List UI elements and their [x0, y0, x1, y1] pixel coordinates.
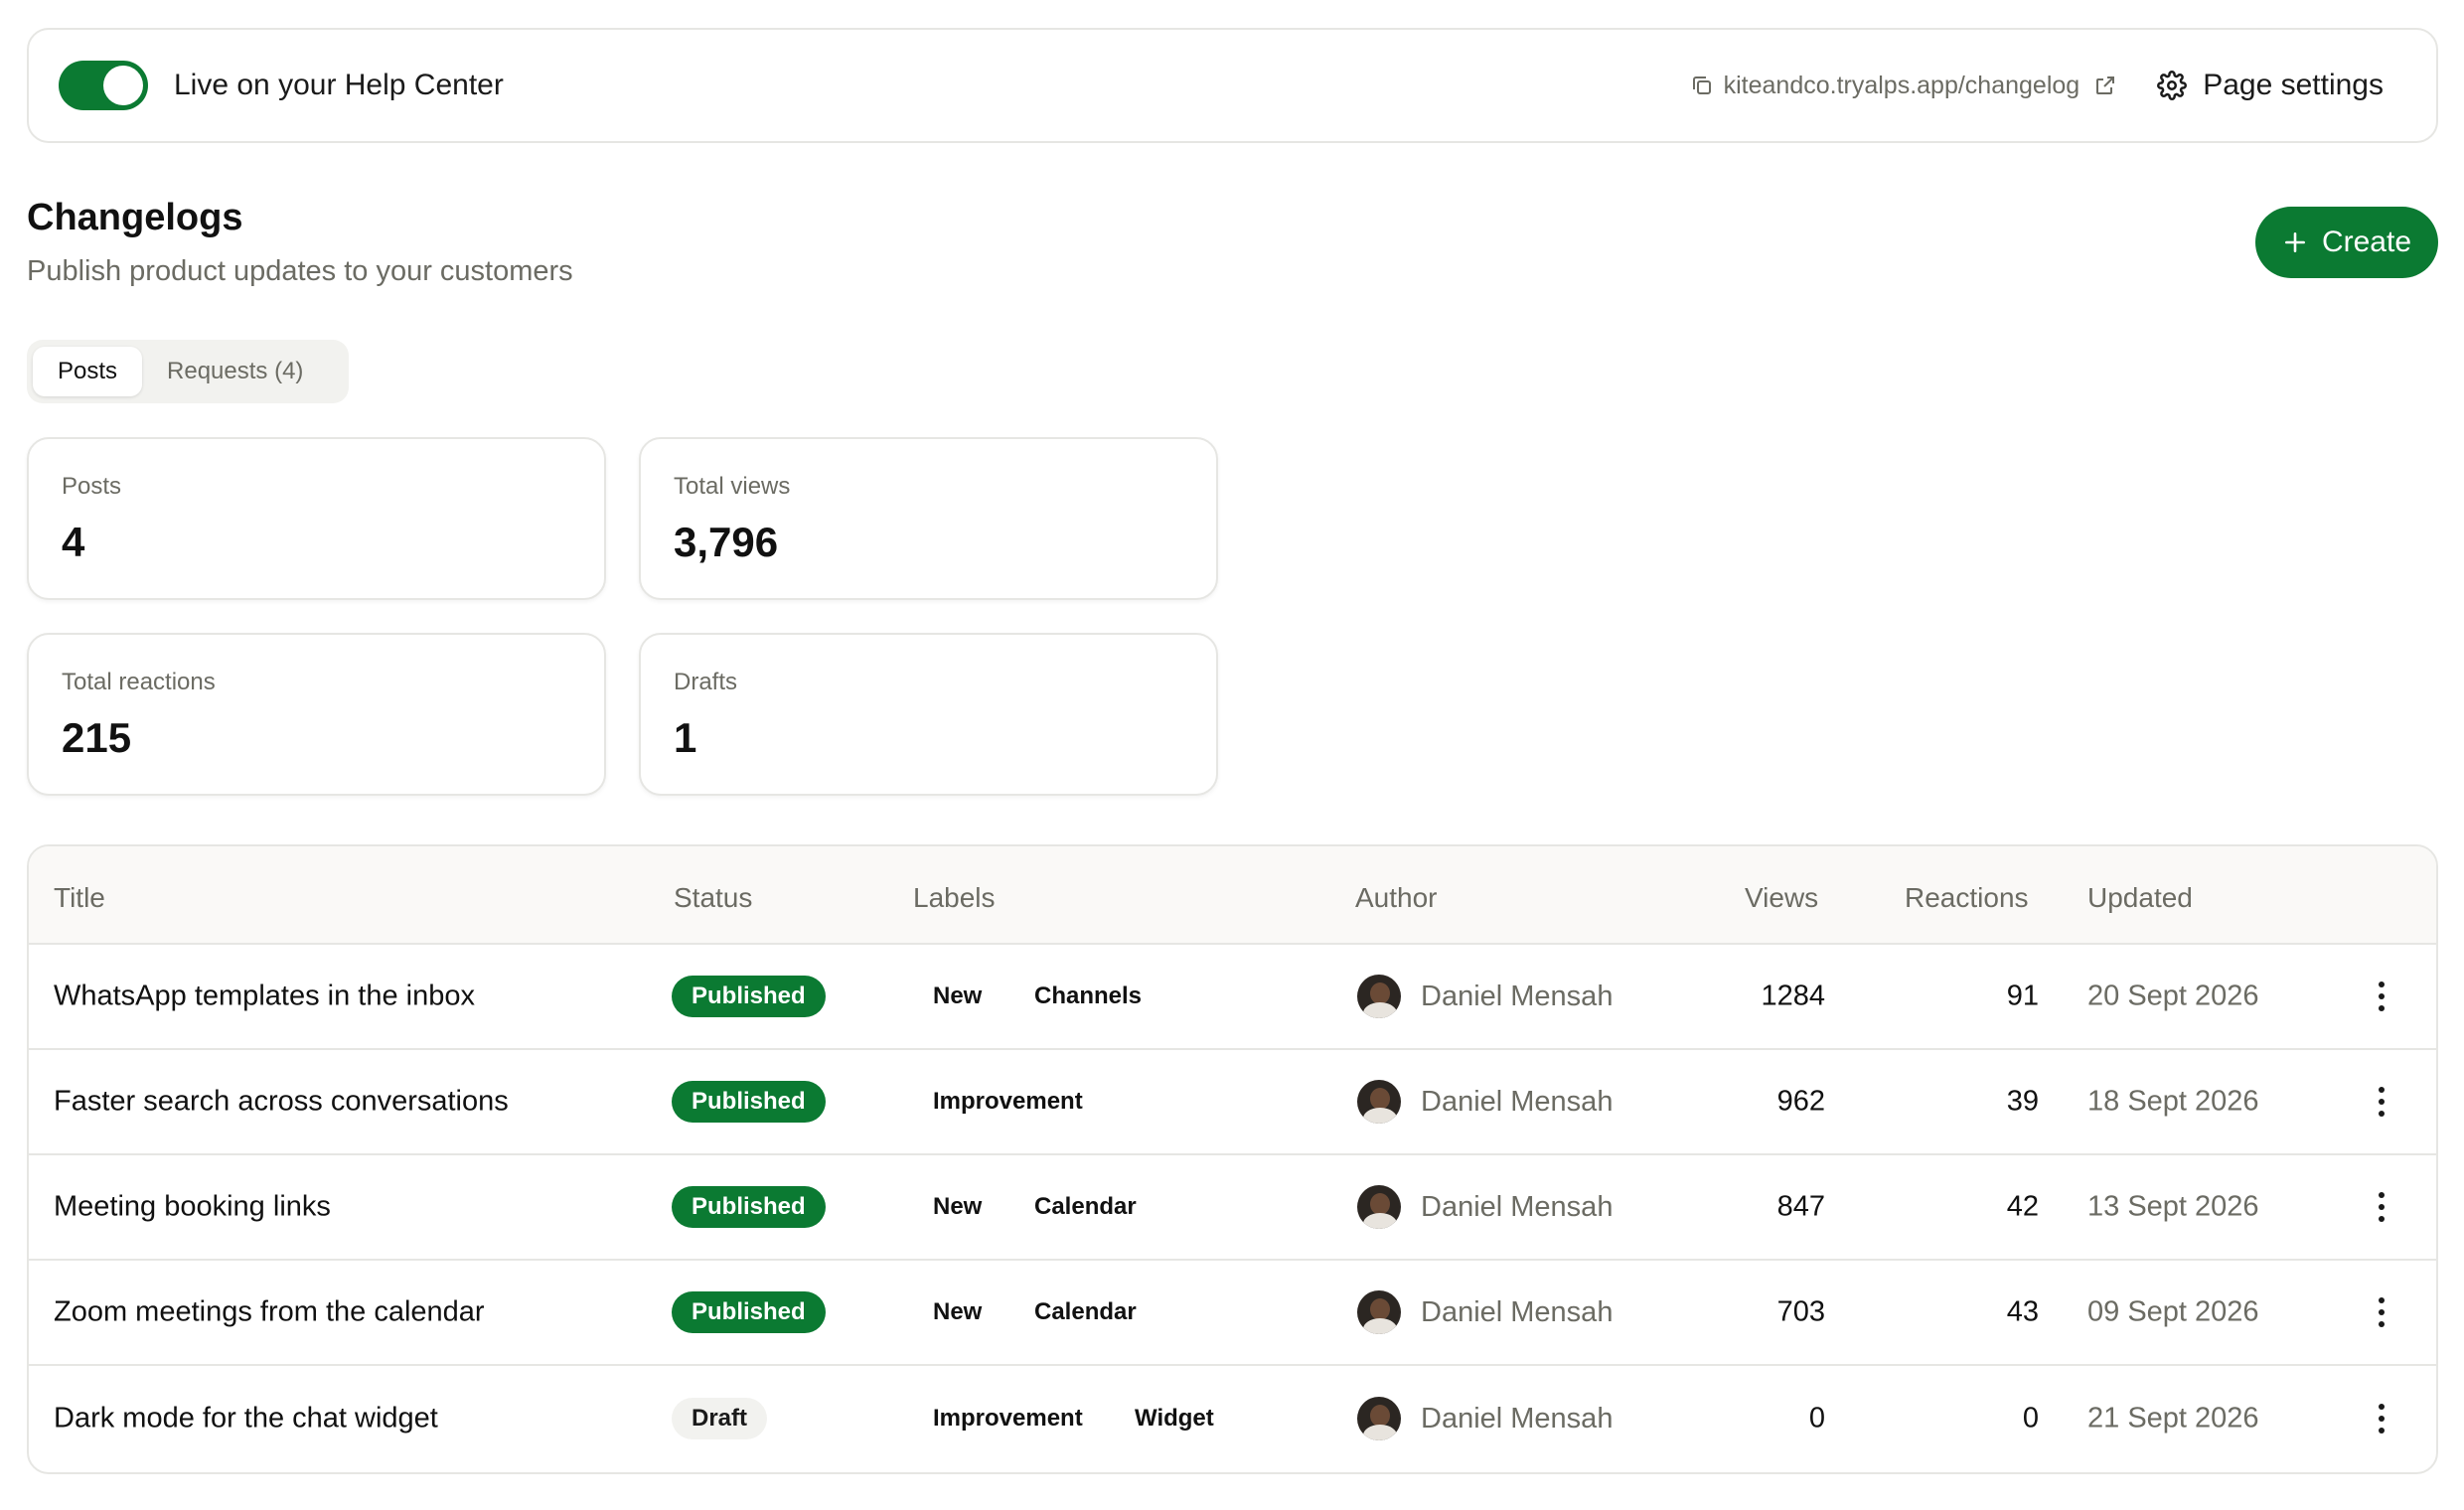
- page-settings-label: Page settings: [2203, 69, 2384, 101]
- status-badge: Published: [672, 976, 826, 1017]
- views-count: 1284: [1761, 980, 1825, 1012]
- stat-card-drafts: Drafts 1: [639, 633, 1218, 796]
- label-chip: New: [933, 982, 983, 1009]
- more-vertical-icon[interactable]: [2372, 1294, 2391, 1330]
- status-badge: Published: [672, 1081, 826, 1123]
- stat-label: Drafts: [674, 669, 738, 695]
- table-header: Title Status Labels Author Views Reactio…: [29, 846, 2436, 945]
- create-label: Create: [2321, 226, 2412, 258]
- author: Daniel Mensah: [1357, 1397, 1613, 1440]
- avatar: [1357, 1397, 1401, 1440]
- reactions-count: 42: [2006, 1190, 2039, 1223]
- avatar: [1357, 1185, 1401, 1229]
- author: Daniel Mensah: [1357, 1185, 1613, 1229]
- stat-value: 215: [62, 714, 132, 761]
- reactions-count: 43: [2006, 1295, 2039, 1328]
- stat-label: Total views: [674, 473, 791, 500]
- label-chip: Channels: [1034, 982, 1143, 1009]
- author-name: Daniel Mensah: [1421, 1295, 1614, 1328]
- changelog-table: Title Status Labels Author Views Reactio…: [27, 844, 2438, 1474]
- column-header-status[interactable]: Status: [674, 882, 752, 914]
- tab-requests[interactable]: Requests (4): [142, 347, 328, 396]
- label-chip: Improvement: [933, 1405, 1083, 1432]
- table-row[interactable]: Dark mode for the chat widget Draft Impr…: [29, 1366, 2436, 1471]
- stat-card-total-views: Total views 3,796: [639, 437, 1218, 600]
- post-title[interactable]: Zoom meetings from the calendar: [54, 1296, 485, 1329]
- label-chip: New: [933, 1193, 983, 1220]
- column-header-author[interactable]: Author: [1355, 882, 1438, 914]
- live-toggle[interactable]: [59, 61, 148, 110]
- post-title[interactable]: WhatsApp templates in the inbox: [54, 981, 475, 1013]
- external-link-icon[interactable]: [2093, 74, 2117, 97]
- label-chip: Widget: [1135, 1405, 1214, 1432]
- stat-card-total-reactions: Total reactions 215: [27, 633, 606, 796]
- stat-value: 3,796: [674, 519, 779, 565]
- status-badge: Published: [672, 1291, 826, 1333]
- more-vertical-icon[interactable]: [2372, 1189, 2391, 1225]
- changelog-url[interactable]: kiteandco.tryalps.app/changelog: [1724, 72, 2080, 100]
- gear-icon: [2157, 71, 2188, 100]
- status-badge: Published: [672, 1186, 826, 1228]
- updated-date: 21 Sept 2026: [2087, 1402, 2259, 1434]
- post-title[interactable]: Meeting booking links: [54, 1191, 331, 1224]
- column-header-reactions[interactable]: Reactions: [1905, 882, 2029, 914]
- status-badge: Draft: [672, 1398, 768, 1439]
- author: Daniel Mensah: [1357, 1080, 1613, 1124]
- updated-date: 13 Sept 2026: [2087, 1190, 2259, 1223]
- author-name: Daniel Mensah: [1421, 1190, 1614, 1223]
- create-button[interactable]: Create: [2255, 207, 2438, 278]
- reactions-count: 91: [2006, 980, 2039, 1012]
- page-subtitle: Publish product updates to your customer…: [27, 255, 573, 287]
- column-header-title[interactable]: Title: [54, 882, 105, 914]
- author-name: Daniel Mensah: [1421, 1085, 1614, 1118]
- live-label: Live on your Help Center: [174, 69, 504, 101]
- toggle-knob: [103, 66, 143, 105]
- author-name: Daniel Mensah: [1421, 1402, 1614, 1434]
- changelog-url-link[interactable]: kiteandco.tryalps.app/changelog: [1690, 72, 2118, 100]
- avatar: [1357, 975, 1401, 1018]
- table-row[interactable]: WhatsApp templates in the inbox Publishe…: [29, 945, 2436, 1050]
- views-count: 847: [1776, 1190, 1825, 1223]
- views-count: 962: [1776, 1085, 1825, 1118]
- copy-icon[interactable]: [1690, 74, 1714, 97]
- author: Daniel Mensah: [1357, 975, 1613, 1018]
- column-header-labels[interactable]: Labels: [913, 882, 996, 914]
- views-count: 0: [1808, 1402, 1825, 1434]
- author: Daniel Mensah: [1357, 1290, 1613, 1334]
- reactions-count: 39: [2006, 1085, 2039, 1118]
- updated-date: 20 Sept 2026: [2087, 980, 2259, 1012]
- more-vertical-icon[interactable]: [2372, 979, 2391, 1014]
- page-settings-button[interactable]: Page settings: [2157, 69, 2384, 102]
- updated-date: 09 Sept 2026: [2087, 1295, 2259, 1328]
- more-vertical-icon[interactable]: [2372, 1401, 2391, 1436]
- author-name: Daniel Mensah: [1421, 980, 1614, 1012]
- reactions-count: 0: [2022, 1402, 2039, 1434]
- table-row[interactable]: Faster search across conversations Publi…: [29, 1050, 2436, 1155]
- label-chip: Calendar: [1034, 1298, 1137, 1325]
- stat-label: Total reactions: [62, 669, 216, 695]
- page-title: Changelogs: [27, 197, 243, 238]
- tab-posts[interactable]: Posts: [33, 347, 143, 396]
- column-header-views[interactable]: Views: [1745, 882, 1818, 914]
- updated-date: 18 Sept 2026: [2087, 1085, 2259, 1118]
- more-vertical-icon[interactable]: [2372, 1084, 2391, 1120]
- label-chip: Calendar: [1034, 1193, 1137, 1220]
- stat-value: 1: [674, 714, 697, 761]
- label-chip: Improvement: [933, 1088, 1083, 1115]
- post-title[interactable]: Dark mode for the chat widget: [54, 1403, 438, 1435]
- plus-icon: [2285, 232, 2305, 252]
- tab-bar: Posts Requests (4): [27, 340, 349, 403]
- avatar: [1357, 1080, 1401, 1124]
- stat-label: Posts: [62, 473, 122, 500]
- table-row[interactable]: Meeting booking links Published New Cale…: [29, 1155, 2436, 1261]
- stat-value: 4: [62, 519, 85, 565]
- views-count: 703: [1776, 1295, 1825, 1328]
- label-chip: New: [933, 1298, 983, 1325]
- stat-card-posts: Posts 4: [27, 437, 606, 600]
- column-header-updated[interactable]: Updated: [2087, 882, 2193, 914]
- post-title[interactable]: Faster search across conversations: [54, 1086, 509, 1119]
- help-center-status-bar: Live on your Help Center kiteandco.tryal…: [27, 28, 2438, 143]
- table-row[interactable]: Zoom meetings from the calendar Publishe…: [29, 1261, 2436, 1366]
- avatar: [1357, 1290, 1401, 1334]
